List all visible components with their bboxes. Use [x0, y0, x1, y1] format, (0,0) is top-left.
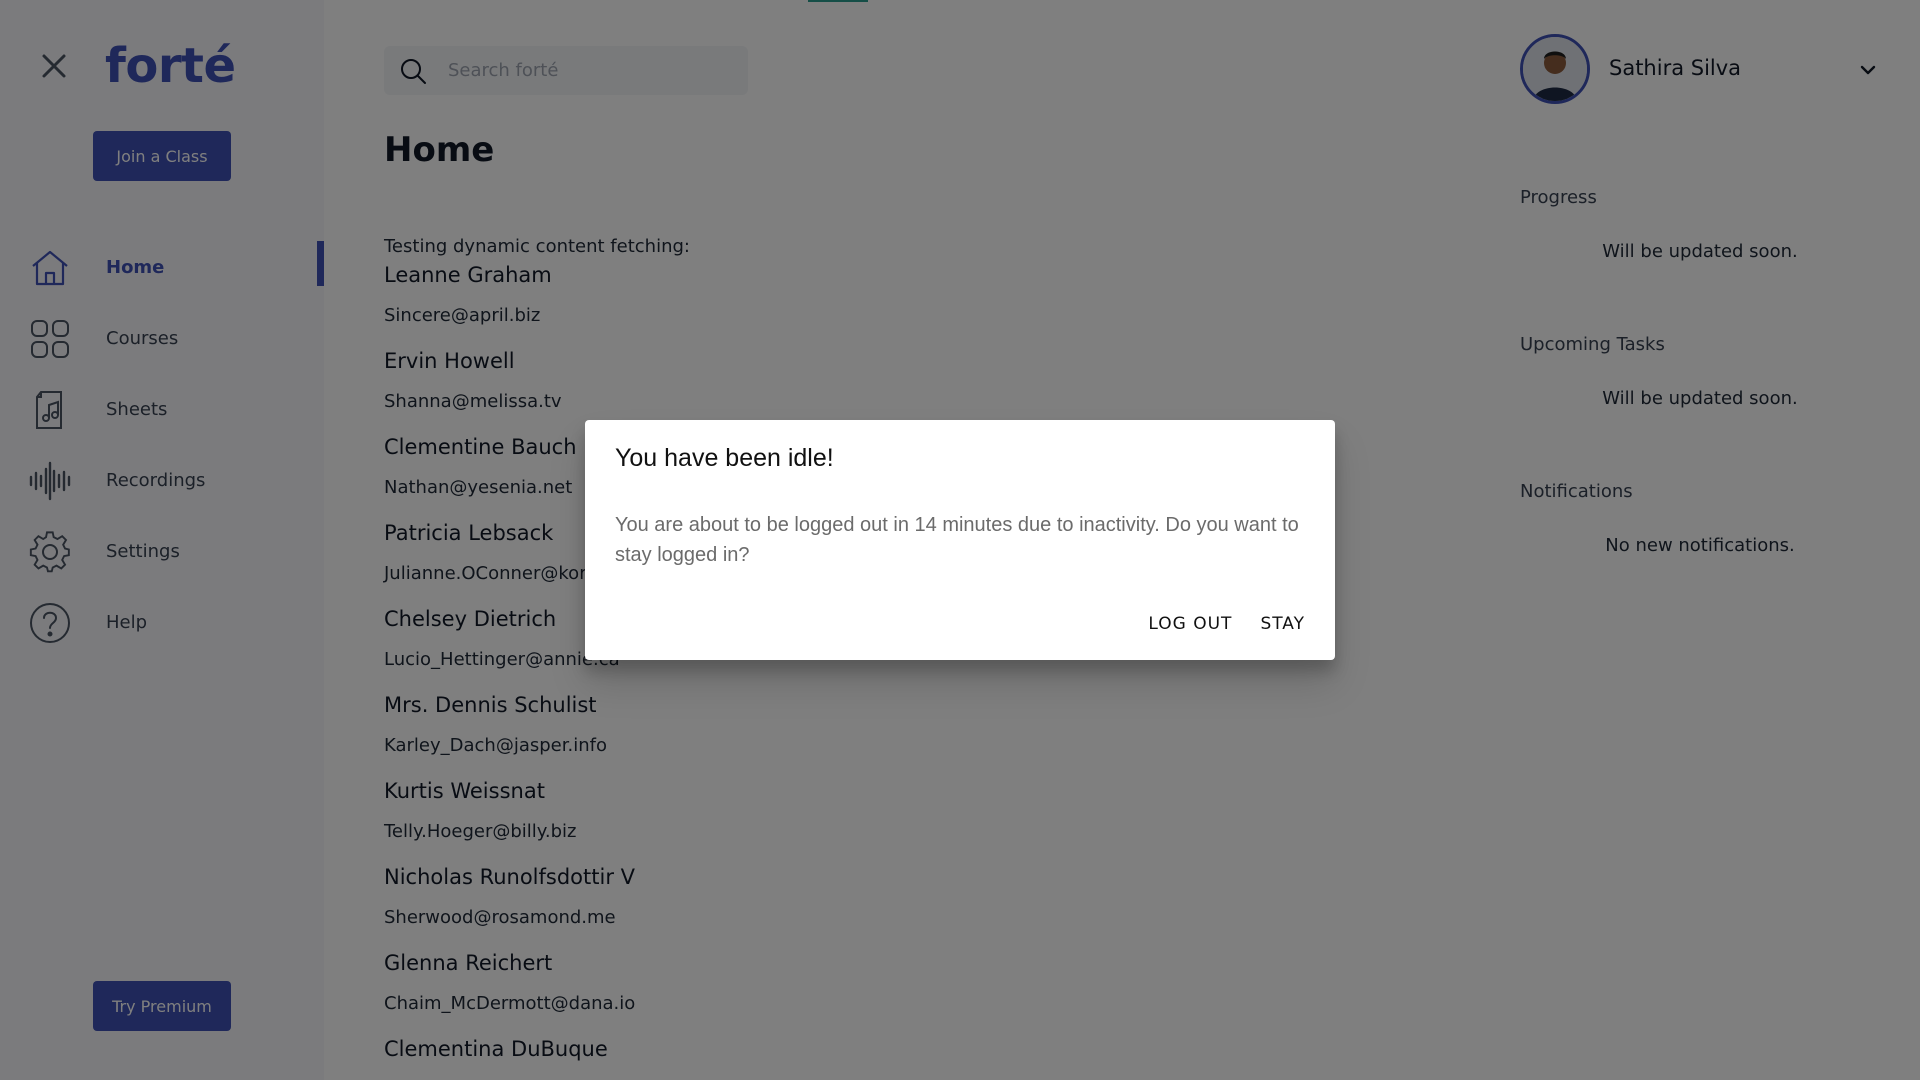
dialog-actions: LOG OUT STAY: [1138, 604, 1315, 644]
dialog-message: You are about to be logged out in 14 min…: [615, 514, 1299, 566]
log-out-button[interactable]: LOG OUT: [1138, 604, 1242, 644]
stay-button[interactable]: STAY: [1250, 604, 1315, 644]
idle-dialog: You have been idle! You are about to be …: [585, 420, 1335, 660]
dialog-title: You have been idle!: [615, 444, 834, 472]
